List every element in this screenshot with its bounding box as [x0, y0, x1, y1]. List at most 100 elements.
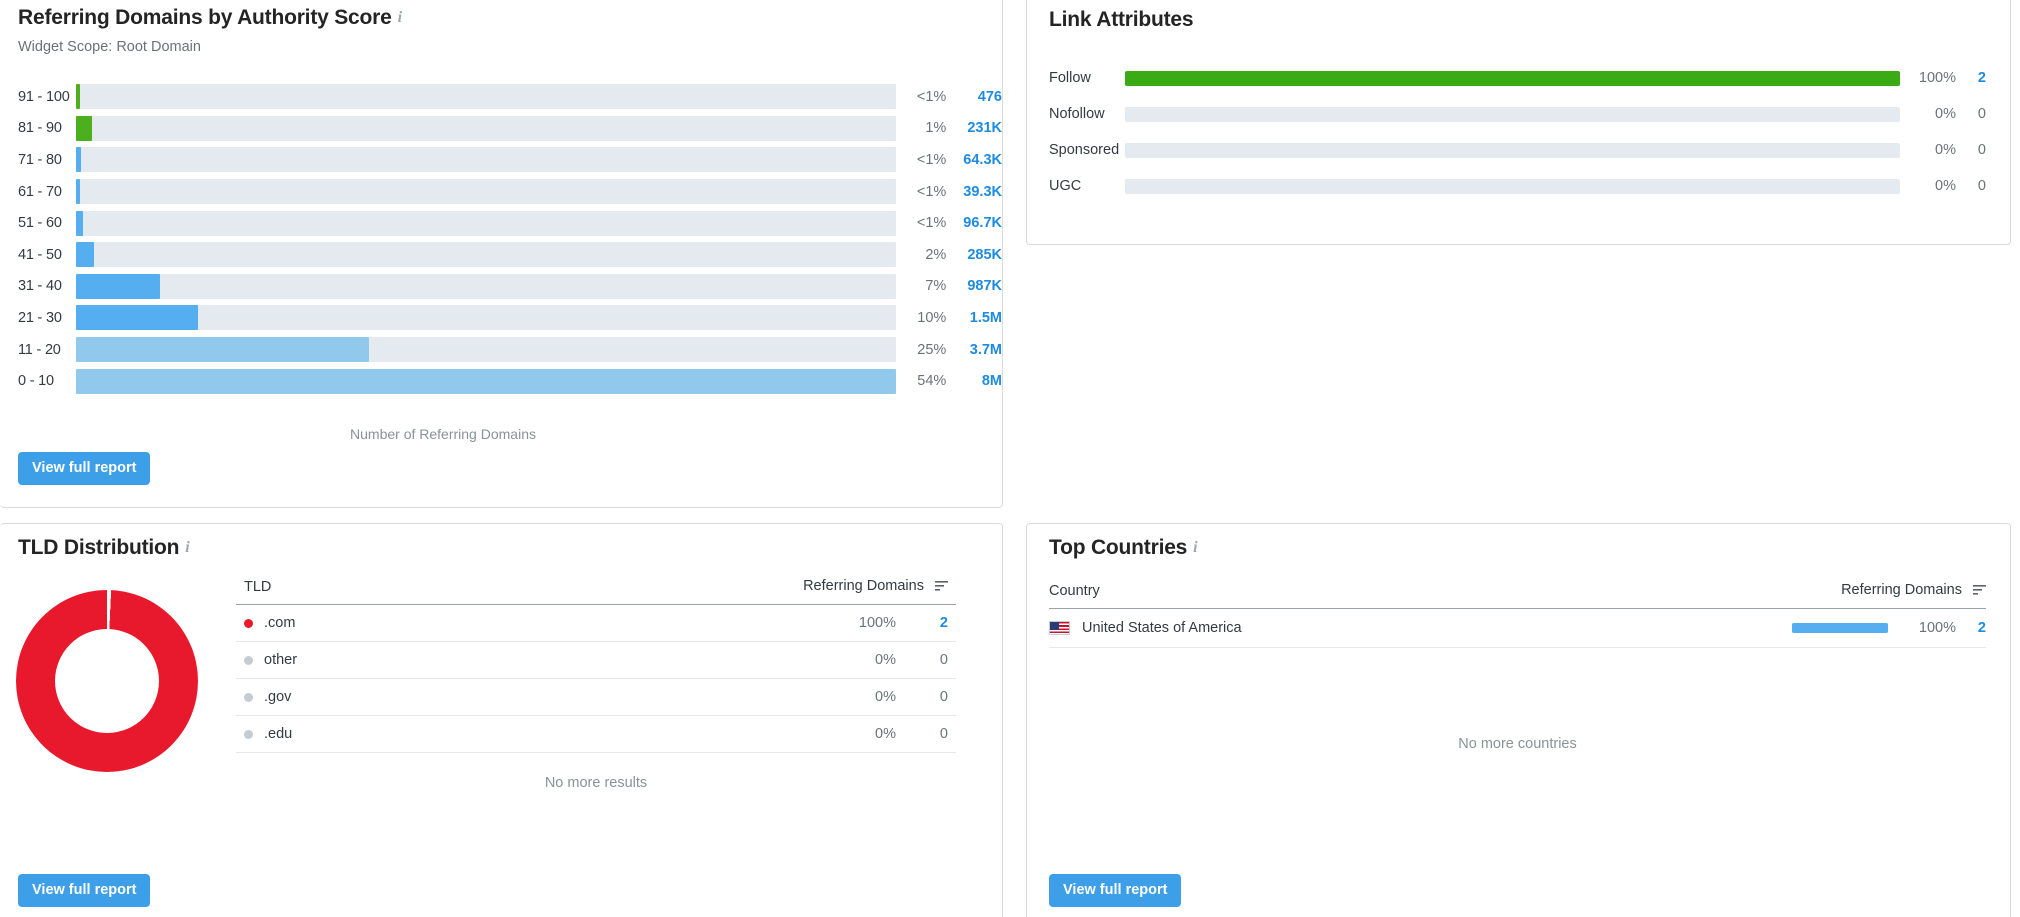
- tld-name: .edu: [264, 726, 816, 742]
- percent-label: 100%: [1904, 620, 1956, 636]
- value-link[interactable]: 1.5M: [946, 310, 1002, 326]
- tld-table-header: TLD Referring Domains: [236, 578, 956, 605]
- bar-track: [1125, 107, 1900, 122]
- value-link[interactable]: 96.7K: [946, 215, 1002, 231]
- value-label: 0: [1956, 178, 1986, 194]
- percent-label: 0%: [816, 689, 896, 705]
- bar-row-label: Sponsored: [1049, 142, 1125, 158]
- bar-fill: [76, 337, 369, 362]
- bar-track: [76, 84, 896, 109]
- link-attributes-title: Link Attributes: [1049, 8, 2010, 32]
- bar-row-label: UGC: [1049, 178, 1125, 194]
- authority-score-range-label: 61 - 70: [18, 184, 76, 200]
- table-row: other0%0: [236, 642, 956, 679]
- info-icon[interactable]: i: [398, 9, 402, 26]
- legend-dot-icon: [244, 693, 253, 702]
- bar-fill: [76, 369, 896, 394]
- column-header-referring-domains-label: Referring Domains: [803, 578, 924, 594]
- top-countries-title: Top Countries: [1049, 536, 1187, 559]
- percent-label: 7%: [896, 278, 946, 294]
- bar-track: [76, 147, 896, 172]
- x-axis-label: Number of Referring Domains: [0, 426, 886, 442]
- column-header-referring-domains-label: Referring Domains: [1841, 582, 1962, 598]
- value-link[interactable]: 231K: [946, 120, 1002, 136]
- top-countries-empty-message: No more countries: [1049, 648, 1986, 752]
- bar-track: [76, 337, 896, 362]
- info-icon[interactable]: i: [185, 539, 189, 556]
- percent-label: 54%: [896, 373, 946, 389]
- authority-score-range-label: 71 - 80: [18, 152, 76, 168]
- authority-score-range-label: 31 - 40: [18, 278, 76, 294]
- info-icon[interactable]: i: [1193, 539, 1197, 556]
- top-countries-title-row: Top Countries i: [1049, 536, 2010, 560]
- bar-fill: [1792, 623, 1888, 633]
- bar-row-label: Follow: [1049, 70, 1125, 86]
- value-label[interactable]: 2: [896, 615, 948, 631]
- percent-label: 10%: [896, 310, 946, 326]
- value-link[interactable]: 39.3K: [946, 184, 1002, 200]
- bar-fill: [76, 147, 81, 172]
- view-full-report-button-tld[interactable]: View full report: [18, 874, 150, 908]
- legend-dot-icon: [244, 619, 253, 628]
- legend-dot-icon: [244, 656, 253, 665]
- view-full-report-slot-tc: View full report: [1049, 874, 1181, 908]
- view-full-report-button-referring-domains[interactable]: View full report: [18, 452, 150, 486]
- view-full-report-slot-tld: View full report: [18, 874, 150, 908]
- bar-track: [76, 274, 896, 299]
- tld-donut-wrap: [16, 578, 236, 791]
- value-link[interactable]: 64.3K: [946, 152, 1002, 168]
- bar-fill: [76, 305, 198, 330]
- value-link[interactable]: 2: [1956, 620, 1986, 636]
- value-label: 0: [1956, 106, 1986, 122]
- column-header-referring-domains[interactable]: Referring Domains: [1841, 582, 1986, 599]
- percent-label: 0%: [816, 726, 896, 742]
- value-link[interactable]: 8M: [946, 373, 1002, 389]
- us-flag-icon: [1049, 621, 1070, 635]
- legend-dot-icon: [244, 730, 253, 739]
- tld-table: TLD Referring Domains .com100%2other0%0.…: [236, 578, 956, 791]
- table-row: .gov0%0: [236, 679, 956, 716]
- bar-track: [1125, 71, 1900, 86]
- column-header-referring-domains[interactable]: Referring Domains: [803, 578, 948, 595]
- authority-score-bar-chart: 91 - 100<1%47681 - 901%231K71 - 80<1%64.…: [0, 81, 1002, 397]
- tld-title: TLD Distribution: [18, 536, 179, 559]
- authority-score-range-label: 51 - 60: [18, 215, 76, 231]
- bar-row-label: Nofollow: [1049, 106, 1125, 122]
- panel-referring-domains-by-authority-score: Referring Domains by Authority Scorei Wi…: [0, 0, 1024, 518]
- authority-score-bar-row: 41 - 502%285K: [18, 239, 1002, 271]
- horizontal-bar-row: Follow 100%2: [1049, 60, 1986, 96]
- value-link[interactable]: 987K: [946, 278, 1002, 294]
- value-label: 0: [896, 689, 948, 705]
- authority-score-bar-row: 0 - 1054%8M: [18, 365, 1002, 397]
- bar-track: [76, 305, 896, 330]
- top-countries-header: Top Countries i: [1027, 524, 2010, 560]
- bar-track: [76, 211, 896, 236]
- value-label[interactable]: 2: [1956, 70, 1986, 86]
- panel-top-countries: Top Countriesi Country Referring Domains…: [1024, 518, 2020, 917]
- tld-empty-message: No more results: [236, 753, 956, 791]
- tld-rows: .com100%2other0%0.gov0%0.edu0%0: [236, 605, 956, 753]
- view-full-report-button-top-countries[interactable]: View full report: [1049, 874, 1181, 908]
- tld-body: TLD Referring Domains .com100%2other0%0.…: [0, 578, 1002, 791]
- authority-score-bar-row: 31 - 40 7%987K: [18, 271, 1002, 303]
- percent-label: 100%: [1900, 70, 1956, 86]
- value-link[interactable]: 476: [946, 89, 1002, 105]
- percent-label: 0%: [1900, 106, 1956, 122]
- sort-icon[interactable]: [935, 579, 948, 595]
- value-label: 0: [896, 726, 948, 742]
- authority-score-bar-row: 91 - 100<1%476: [18, 81, 1002, 113]
- authority-score-bar-row: 21 - 3010%1.5M: [18, 302, 1002, 334]
- percent-label: 25%: [896, 342, 946, 358]
- tld-title-row: TLD Distribution i: [18, 536, 1002, 560]
- value-link[interactable]: 3.7M: [946, 342, 1002, 358]
- link-attributes-card: Link Attributes Follow100%2Nofollow0%0Sp…: [1026, 0, 2011, 245]
- sort-icon[interactable]: [1973, 583, 1986, 599]
- panel-tld-distribution: TLD Distribution i TLD Referring Domains: [0, 518, 1024, 917]
- horizontal-bar-row: UGC0%0: [1049, 168, 1986, 204]
- authority-score-range-label: 11 - 20: [18, 342, 76, 358]
- percent-label: 0%: [816, 652, 896, 668]
- percent-label: <1%: [896, 215, 946, 231]
- page-title: Referring Domains by Authority Scorei: [18, 6, 1002, 30]
- value-link[interactable]: 285K: [946, 247, 1002, 263]
- authority-score-bar-row: 11 - 20 25%3.7M: [18, 334, 1002, 366]
